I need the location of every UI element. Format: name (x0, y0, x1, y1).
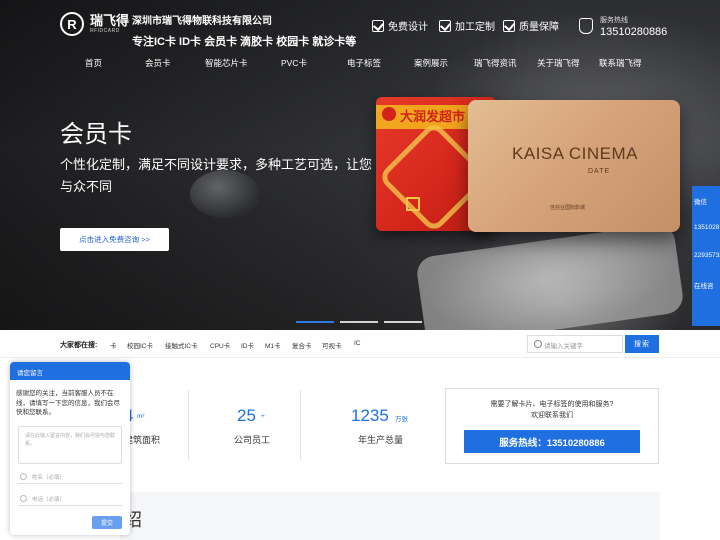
stat-staff-number: 25 (237, 406, 256, 425)
service-question: 需要了解卡片、电子标签的使用和服务? (490, 401, 614, 408)
float-qq[interactable]: 22935733 (694, 252, 720, 259)
free-consult-button[interactable]: 点击进入免费咨询 >> (60, 228, 169, 251)
hot-keyword[interactable]: 校园IC卡 (127, 340, 153, 350)
nav-item-cases[interactable]: 案例展示 (414, 57, 448, 69)
service-welcome: 欢迎联系我们 (531, 412, 573, 419)
user-icon (20, 473, 27, 480)
hero-subtitle: 个性化定制，满足不同设计要求，多种工艺可选，让您与众不同 (60, 157, 373, 194)
search-input[interactable]: 请输入关键字 (527, 335, 623, 353)
hot-search-label: 大家都在搜: (60, 342, 98, 349)
cinema-card-image: KAISA CINEMA DATE 佳兆业国际影城 (468, 100, 680, 232)
stat-staff-unit: + (261, 413, 265, 420)
float-wechat[interactable]: 微信 (694, 196, 707, 206)
nav-item-about[interactable]: 关于瑞飞得 (537, 57, 580, 69)
stat-output-label: 年生产总量 (358, 435, 404, 445)
logo[interactable]: R 瑞飞得 RFIDCARD (60, 12, 129, 36)
stat-area-unit: m² (137, 413, 145, 420)
carousel-dot-1[interactable] (296, 321, 334, 323)
feature-custom: 加工定制 (439, 18, 495, 33)
leave-message-widget: 请您留言 感谢您的关注，当前客服人员不在线，请填写一下您的信息，我们会尽快和您联… (10, 362, 130, 535)
hero-banner: R 瑞飞得 RFIDCARD 深圳市瑞飞得物联科技有限公司 专注IC卡 ID卡 … (0, 0, 720, 348)
hot-keyword[interactable]: 可视卡 (322, 340, 342, 350)
service-hotline-button[interactable]: 服务热线：13510280886 (464, 430, 640, 453)
chat-header[interactable]: 请您留言 (10, 362, 130, 380)
phone-placeholder: 电话（必填） (32, 497, 66, 503)
submit-button[interactable]: 提交 (92, 516, 122, 529)
store-logo-icon (382, 107, 396, 121)
hot-keyword[interactable]: ID卡 (241, 340, 254, 350)
feature-label: 加工定制 (455, 22, 495, 33)
float-online[interactable]: 在线咨 (694, 280, 714, 290)
divider (300, 390, 301, 460)
stat-output-unit: 万张 (395, 416, 408, 423)
stat-staff-label: 公司员工 (234, 435, 271, 445)
carousel-dots (296, 321, 422, 323)
nav-item-contact[interactable]: 联系瑞飞得 (599, 57, 642, 69)
logo-r-icon: R (60, 12, 84, 36)
carousel-dot-2[interactable] (340, 321, 378, 323)
carousel-dot-3[interactable] (384, 321, 422, 323)
search-placeholder: 请输入关键字 (544, 343, 583, 350)
name-placeholder: 姓名（必填） (32, 475, 66, 481)
hot-keyword[interactable]: 接触式IC卡 (165, 340, 198, 350)
feature-quality: 质量保障 (503, 18, 559, 33)
hero-title: 会员卡 (60, 121, 132, 148)
stat-output-number: 1235 (351, 406, 389, 425)
hot-keyword[interactable]: CPU卡 (210, 340, 230, 350)
check-icon (503, 19, 515, 32)
company-name: 深圳市瑞飞得物联科技有限公司 (132, 16, 272, 27)
card-gold-sub: DATE (588, 168, 611, 175)
nav-item-home[interactable]: 首页 (85, 57, 102, 69)
hotline: 服务热线 13510280886 (600, 15, 667, 38)
message-textarea[interactable]: 请在此输入留言内容，我们会尽快与您联系。 (18, 426, 122, 464)
divider (188, 390, 189, 460)
phone-field[interactable]: 电话（必填） (18, 492, 122, 506)
search-button[interactable]: 搜索 (625, 335, 659, 353)
check-icon (372, 19, 384, 32)
hotline-label: 服务热线 (600, 17, 628, 24)
name-field[interactable]: 姓名（必填） (18, 470, 122, 484)
phone-icon (20, 495, 27, 502)
nav-item-pvc-card[interactable]: PVC卡 (281, 57, 307, 69)
card-gold-foot: 佳兆业国际影城 (550, 205, 586, 211)
chat-message: 感谢您的关注，当前客服人员不在线，请填写一下您的信息，我们会尽快和您联系。 (16, 390, 120, 416)
page: R 瑞飞得 RFIDCARD 深圳市瑞飞得物联科技有限公司 专注IC卡 ID卡 … (0, 0, 720, 540)
hot-keyword[interactable]: 卡 (110, 340, 117, 350)
logo-name: 瑞飞得 (90, 13, 130, 28)
search-icon (534, 340, 542, 348)
main-nav: 首页 会员卡 智能芯片卡 PVC卡 电子标签 案例展示 瑞飞得资讯 关于瑞飞得 … (0, 57, 720, 73)
floating-contact-bar: 微信 1351028 22935733 在线咨 (692, 186, 720, 326)
nav-item-member-card[interactable]: 会员卡 (145, 57, 171, 69)
company-tagline: 专注IC卡 ID卡 会员卡 滴胶卡 校园卡 就诊卡等 (132, 36, 357, 48)
intro-section (120, 492, 660, 540)
nav-item-smart-chip-card[interactable]: 智能芯片卡 (205, 57, 248, 69)
float-phone[interactable]: 1351028 (694, 224, 719, 231)
phone-icon (579, 18, 593, 34)
company-info: 深圳市瑞飞得物联科技有限公司 专注IC卡 ID卡 会员卡 滴胶卡 校园卡 就诊卡… (132, 12, 356, 49)
textarea-placeholder: 请在此输入留言内容，我们会尽快与您联系。 (25, 433, 116, 447)
nav-item-news[interactable]: 瑞飞得资讯 (474, 57, 517, 69)
feature-label: 质量保障 (519, 22, 559, 33)
hot-keyword[interactable]: M1卡 (265, 340, 281, 350)
feature-label: 免费设计 (388, 22, 428, 33)
hotline-number: 13510280886 (600, 26, 668, 38)
feature-free-design: 免费设计 (372, 18, 428, 33)
card-gold-title: KAISA CINEMA (512, 144, 638, 163)
nav-item-rfid-tag[interactable]: 电子标签 (347, 57, 381, 69)
hot-keyword[interactable]: IC (354, 340, 361, 347)
hot-keyword[interactable]: 复合卡 (292, 340, 312, 350)
check-icon (439, 19, 451, 32)
card-red-title: 大润发超市 (400, 109, 466, 124)
logo-sub: RFIDCARD (90, 28, 120, 34)
service-box: 需要了解卡片、电子标签的使用和服务? 欢迎联系我们 服务热线：135102808… (445, 388, 659, 464)
